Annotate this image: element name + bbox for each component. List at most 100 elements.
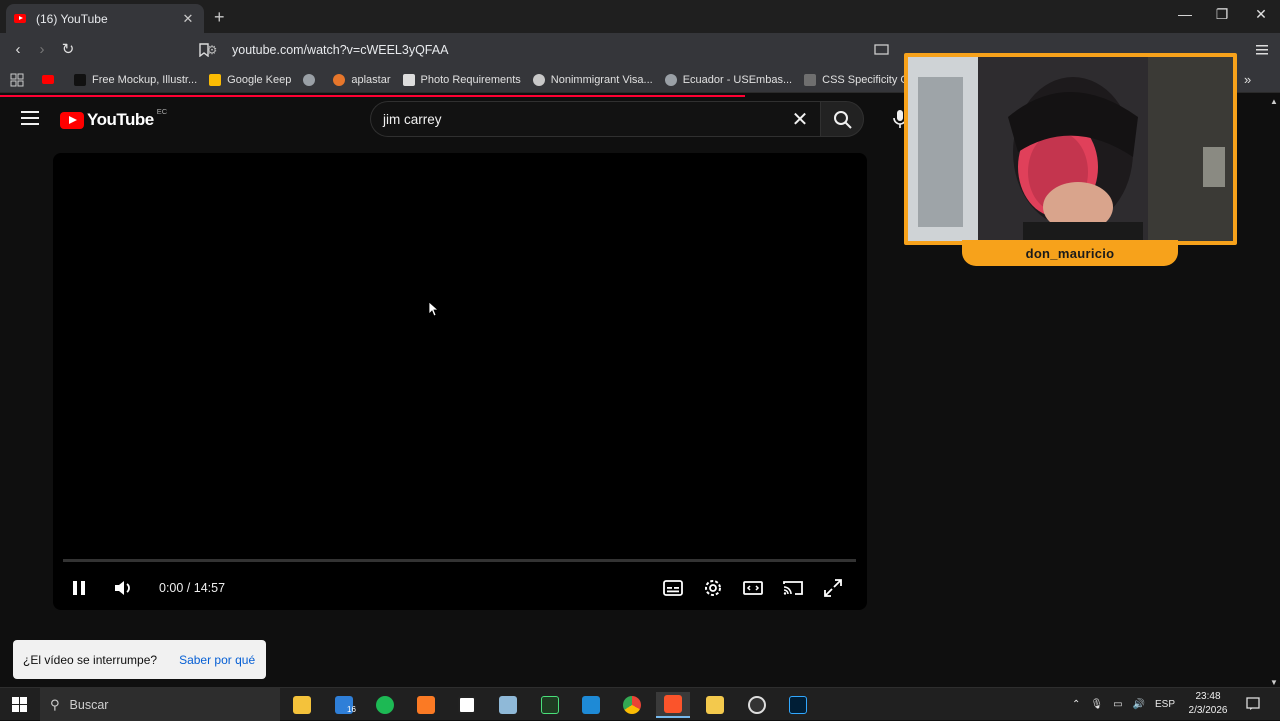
bookmark-item[interactable] <box>303 73 321 86</box>
chevron-up-icon[interactable]: ⌃ <box>1072 699 1080 710</box>
bookmark-item[interactable]: aplastar <box>333 73 391 86</box>
search-button[interactable] <box>820 101 864 137</box>
spotify-icon <box>376 696 394 714</box>
bookmark-favicon-icon <box>402 73 415 86</box>
network-icon[interactable]: ▭ <box>1113 699 1122 710</box>
bookmark-favicon-icon <box>804 73 817 86</box>
cast-page-icon[interactable] <box>874 43 889 57</box>
store-icon <box>293 696 311 714</box>
settings-gear-icon[interactable] <box>701 576 725 600</box>
taskbar-app-audition[interactable] <box>533 692 567 718</box>
youtube-favicon-icon <box>14 14 26 23</box>
scroll-down-icon[interactable]: ▼ <box>1270 678 1278 687</box>
system-tray: ⌃ 🎙 ▭ 🔊 ESP <box>1072 688 1175 721</box>
bookmark-favicon-icon <box>532 73 545 86</box>
reload-icon[interactable]: ↻ <box>59 41 77 59</box>
learn-why-link[interactable]: Saber por qué <box>179 653 255 667</box>
windows-start-icon[interactable] <box>12 697 27 712</box>
taskbar-app-obs[interactable] <box>740 692 774 718</box>
streamer-camera-image <box>908 57 1233 241</box>
taskbar-app-notion[interactable] <box>450 692 484 718</box>
page-scrollbar[interactable]: ▲ ▼ <box>1268 97 1280 687</box>
bookmark-item[interactable]: Ecuador - USEmbas... <box>664 73 792 86</box>
taskbar-app-store[interactable] <box>285 692 319 718</box>
speaker-icon[interactable]: 🔊 <box>1133 699 1145 710</box>
notice-message: ¿El vídeo se interrumpe? <box>23 652 158 667</box>
player-controls: 0:00 / 14:57 <box>53 573 867 603</box>
pause-icon[interactable] <box>67 576 91 600</box>
bookmark-item[interactable]: Nonimmigrant Visa... <box>532 73 653 86</box>
country-code: EC <box>156 106 168 116</box>
windows-taskbar: ⚲ Buscar 16 ⌃ 🎙 ▭ 🔊 ESP 23:48 2/3/2026 <box>0 687 1280 721</box>
playback-notice: ¿El vídeo se interrumpe? Saber por qué <box>13 640 266 679</box>
taskbar-app-photoshop[interactable] <box>781 692 815 718</box>
mouse-cursor-icon <box>428 301 440 317</box>
volume-icon[interactable] <box>111 576 135 600</box>
browser-menu-icon[interactable] <box>1255 43 1269 57</box>
forward-icon[interactable]: › <box>33 41 51 59</box>
url-text: youtube.com/watch?v=cWEEL3yQFAA <box>232 43 449 57</box>
bookmark-item[interactable]: Photo Requirements <box>402 73 521 86</box>
bookmark-favicon-icon <box>664 73 677 86</box>
taskbar-app-brave[interactable] <box>656 692 690 718</box>
globe-icon <box>303 73 316 86</box>
notes-icon <box>499 696 517 714</box>
search-icon: ⚲ <box>50 696 60 712</box>
streamer-name-label: don_mauricio <box>962 240 1178 266</box>
subtitles-icon[interactable] <box>661 576 685 600</box>
address-bar[interactable]: ⚙ youtube.com/watch?v=cWEEL3yQFAA <box>192 37 892 63</box>
taskbar-clock[interactable]: 23:48 2/3/2026 <box>1185 690 1231 718</box>
video-player[interactable]: 0:00 / 14:57 <box>53 153 867 610</box>
xampp-icon <box>417 696 435 714</box>
site-info-icon[interactable]: ⚙ <box>192 43 232 57</box>
microphone-tray-icon[interactable]: 🎙 <box>1090 699 1103 710</box>
bookmark-favicon-icon <box>333 73 346 86</box>
taskbar-app-spotify[interactable] <box>368 692 402 718</box>
search-input[interactable]: jim carrey ✕ <box>370 101 820 137</box>
time-display: 0:00 / 14:57 <box>159 581 226 595</box>
youtube-play-logo-icon <box>60 111 84 129</box>
maximize-button[interactable]: ❐ <box>1207 6 1237 23</box>
clock-time: 23:48 <box>1195 691 1221 702</box>
search-icon <box>834 111 852 129</box>
more-bookmarks-button[interactable]: » <box>1244 72 1251 87</box>
taskbar-app-explorer[interactable] <box>698 692 732 718</box>
back-icon[interactable]: ‹ <box>9 41 27 59</box>
taskbar-app-mail[interactable]: 16 <box>327 692 361 718</box>
mail-badge: 16 <box>347 705 356 714</box>
bookmark-item[interactable]: Free Mockup, Illustr... <box>74 73 197 86</box>
scroll-up-icon[interactable]: ▲ <box>1270 97 1278 106</box>
taskbar-search-input[interactable]: ⚲ Buscar <box>40 688 280 721</box>
browser-tab-strip: (16) YouTube ✕ + — ❐ ✕ <box>0 0 1280 33</box>
theater-mode-icon[interactable] <box>741 576 765 600</box>
youtube-logo[interactable]: YouTube EC <box>60 106 168 130</box>
taskbar-search-label: Buscar <box>69 697 109 712</box>
notion-icon <box>458 696 476 714</box>
menu-icon[interactable] <box>21 111 39 125</box>
tab-close-icon[interactable]: ✕ <box>180 11 196 27</box>
taskbar-app-files[interactable] <box>491 692 525 718</box>
bookmark-item[interactable]: Google Keep <box>209 73 291 86</box>
seek-bar[interactable] <box>63 559 856 562</box>
cast-icon[interactable] <box>781 576 805 600</box>
language-indicator[interactable]: ESP <box>1155 699 1175 710</box>
search-query: jim carrey <box>383 111 442 127</box>
taskbar-app-chrome[interactable] <box>615 692 649 718</box>
tab-title: (16) YouTube <box>36 11 108 26</box>
tab-youtube[interactable]: (16) YouTube ✕ <box>6 4 204 33</box>
taskbar-app-vscode[interactable] <box>574 692 608 718</box>
fullscreen-icon[interactable] <box>821 576 845 600</box>
clock-date: 2/3/2026 <box>1188 705 1228 716</box>
webcam-feed <box>908 57 1233 241</box>
clear-search-icon[interactable]: ✕ <box>780 107 820 132</box>
close-window-button[interactable]: ✕ <box>1246 6 1276 23</box>
google-keep-icon <box>209 73 222 86</box>
youtube-bookmark-icon[interactable] <box>42 75 54 84</box>
notifications-icon[interactable] <box>1246 697 1260 711</box>
bookmark-favicon-icon <box>74 73 86 86</box>
youtube-wordmark: YouTube <box>87 110 154 129</box>
minimize-button[interactable]: — <box>1170 6 1200 22</box>
new-tab-button[interactable]: + <box>214 7 225 28</box>
apps-grid-icon[interactable] <box>10 73 24 87</box>
taskbar-app-xampp[interactable] <box>409 692 443 718</box>
